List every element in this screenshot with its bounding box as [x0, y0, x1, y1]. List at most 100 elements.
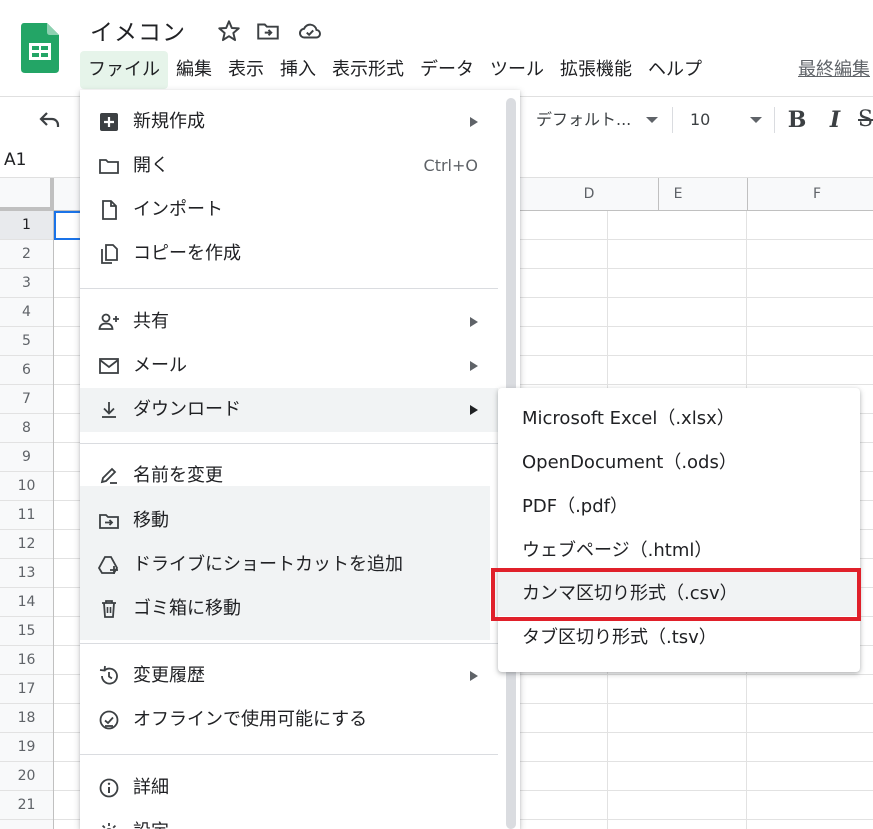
toolbar-divider: [672, 107, 673, 133]
menu-item-open[interactable]: 開く Ctrl+O: [80, 144, 498, 188]
menu-item-trash[interactable]: ゴミ箱に移動: [80, 587, 498, 631]
document-title[interactable]: イメコン: [90, 13, 186, 47]
star-icon[interactable]: [216, 18, 242, 44]
name-box[interactable]: A1: [4, 150, 26, 170]
font-size-select[interactable]: 10: [690, 105, 764, 135]
download-xlsx[interactable]: Microsoft Excel（.xlsx）: [498, 397, 860, 441]
row-header[interactable]: 13: [0, 559, 53, 588]
download-ods[interactable]: OpenDocument（.ods）: [498, 441, 860, 485]
menu-item-label: ゴミ箱に移動: [133, 598, 241, 619]
trash-icon: [102, 600, 116, 618]
folder-icon: [99, 159, 119, 174]
annotation-highlight-box: [491, 568, 861, 621]
menu-item-label: 名前を変更: [133, 465, 223, 486]
row-header[interactable]: 4: [0, 298, 53, 327]
menu-extensions[interactable]: 拡張機能: [552, 51, 640, 89]
row-header[interactable]: 20: [0, 762, 53, 791]
menu-item-share[interactable]: 共有: [80, 300, 498, 344]
menu-item-new[interactable]: 新規作成: [80, 100, 498, 144]
row-header[interactable]: 12: [0, 530, 53, 559]
menu-item-rename[interactable]: 名前を変更: [80, 454, 498, 498]
history-icon: [99, 665, 118, 685]
font-family-value: デフォルト...: [536, 110, 632, 129]
row-header[interactable]: 3: [0, 269, 53, 298]
menu-item-email[interactable]: メール: [80, 344, 498, 388]
cloud-saved-icon[interactable]: [297, 18, 323, 44]
column-header-f[interactable]: F: [748, 178, 873, 211]
menu-help[interactable]: ヘルプ: [640, 51, 710, 89]
row-header[interactable]: 21: [0, 791, 53, 820]
row-header[interactable]: 11: [0, 501, 53, 530]
bold-button[interactable]: B: [784, 105, 810, 135]
menu-item-add-shortcut[interactable]: ドライブにショートカットを追加: [80, 543, 498, 587]
menu-item-details[interactable]: 詳細: [80, 766, 498, 810]
download-tsv[interactable]: タブ区切り形式（.tsv）: [498, 616, 860, 660]
row-header[interactable]: 7: [0, 385, 53, 414]
row-header[interactable]: 6: [0, 356, 53, 385]
submenu-item-label: Microsoft Excel（.xlsx）: [522, 408, 735, 429]
row-header[interactable]: 14: [0, 588, 53, 617]
row-header[interactable]: 10: [0, 472, 53, 501]
toolbar-divider: [774, 107, 775, 133]
menu-insert[interactable]: 挿入: [272, 51, 324, 89]
submenu-item-label: PDF（.pdf）: [522, 496, 628, 517]
menu-item-label: ドライブにショートカットを追加: [133, 554, 403, 575]
menu-item-make-copy[interactable]: コピーを作成: [80, 232, 498, 276]
menu-bar: ファイル 編集 表示 挿入 表示形式 データ ツール 拡張機能 ヘルプ: [80, 51, 710, 89]
submenu-item-label: タブ区切り形式（.tsv）: [522, 627, 717, 648]
menu-item-label: 開く: [133, 155, 169, 176]
font-size-value: 10: [690, 110, 711, 129]
download-submenu: Microsoft Excel（.xlsx） OpenDocument（.ods…: [498, 388, 860, 672]
menu-item-settings[interactable]: 設定: [80, 810, 498, 829]
italic-button[interactable]: I: [822, 105, 848, 135]
strikethrough-button[interactable]: S: [858, 105, 873, 135]
drive-shortcut-icon: [97, 556, 119, 574]
column-header-e[interactable]: E: [609, 178, 748, 211]
menu-edit[interactable]: 編集: [168, 51, 220, 89]
sheets-logo-icon[interactable]: [21, 23, 59, 73]
menu-divider: [80, 754, 498, 755]
submenu-item-label: OpenDocument（.ods）: [522, 452, 737, 473]
menu-view[interactable]: 表示: [220, 51, 272, 89]
menu-item-offline[interactable]: オフラインで使用可能にする: [80, 698, 498, 742]
row-header[interactable]: 2: [0, 240, 53, 269]
menu-item-move[interactable]: 移動: [80, 499, 498, 543]
last-edit-link[interactable]: 最終編集: [798, 55, 870, 81]
file-icon: [102, 200, 117, 220]
menu-item-label: コピーを作成: [133, 243, 241, 264]
menu-format[interactable]: 表示形式: [324, 51, 412, 89]
row-headers: 1 2 3 4 5 6 7 8 9 10 11 12 13 14 15 16 1…: [0, 211, 54, 829]
new-sheet-icon: [100, 113, 118, 131]
row-header[interactable]: 1: [0, 211, 53, 240]
menu-data[interactable]: データ: [412, 51, 482, 89]
menu-item-version-history[interactable]: 変更履歴: [80, 654, 498, 698]
submenu-arrow-icon: [470, 317, 478, 327]
menu-item-label: ダウンロード: [133, 399, 241, 420]
menu-item-label: 新規作成: [133, 111, 205, 132]
row-header[interactable]: 18: [0, 704, 53, 733]
row-header[interactable]: 16: [0, 646, 53, 675]
menu-file[interactable]: ファイル: [80, 51, 168, 89]
info-icon: [99, 778, 119, 798]
download-pdf[interactable]: PDF（.pdf）: [498, 485, 860, 529]
download-html[interactable]: ウェブページ（.html）: [498, 529, 860, 573]
row-header[interactable]: 17: [0, 675, 53, 704]
font-family-select[interactable]: デフォルト...: [536, 105, 662, 135]
menu-item-import[interactable]: インポート: [80, 188, 498, 232]
row-header[interactable]: 15: [0, 617, 53, 646]
row-header[interactable]: 9: [0, 443, 53, 472]
move-folder-icon: [99, 514, 119, 529]
menu-tools[interactable]: ツール: [482, 51, 552, 89]
select-all-corner[interactable]: [0, 178, 54, 211]
undo-icon[interactable]: [38, 109, 62, 131]
move-folder-icon[interactable]: [255, 18, 281, 44]
row-header[interactable]: 8: [0, 414, 53, 443]
row-header[interactable]: 19: [0, 733, 53, 762]
rename-icon: [100, 467, 117, 484]
menu-item-label: オフラインで使用可能にする: [133, 709, 368, 730]
person-add-icon: [98, 313, 119, 330]
file-menu: 新規作成 開く Ctrl+O インポート コピーを作成 共有 メール ダウンロー…: [80, 90, 520, 829]
row-header[interactable]: 5: [0, 327, 53, 356]
chevron-down-icon: [646, 117, 658, 123]
menu-item-download[interactable]: ダウンロード: [80, 388, 498, 432]
